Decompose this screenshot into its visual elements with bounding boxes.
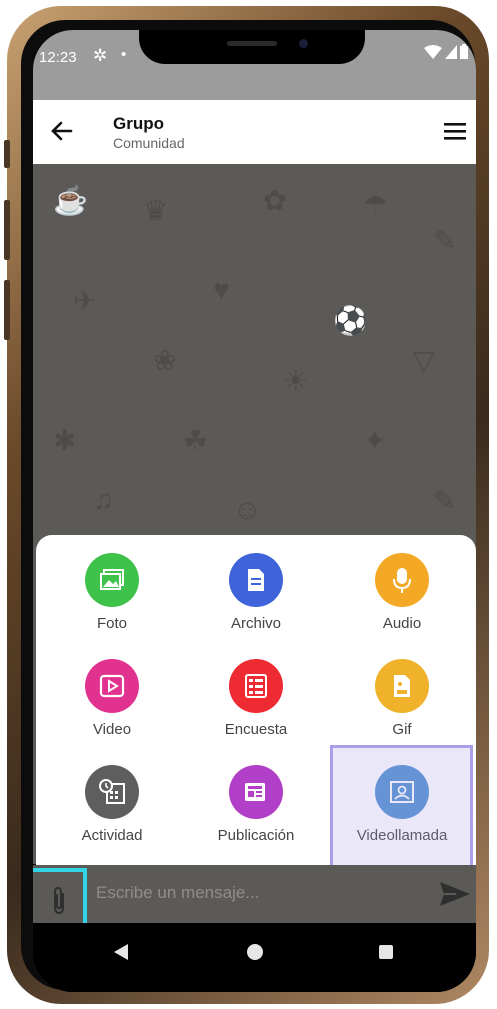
doodle-pattern: ✿ [263, 185, 287, 216]
front-camera [299, 39, 308, 48]
send-icon[interactable] [438, 878, 472, 910]
attach-option-label: Gif [392, 721, 412, 738]
doodle-pattern: ♥ [213, 274, 230, 305]
attach-option-foto[interactable]: Foto [38, 537, 186, 643]
attach-option-audio[interactable]: Audio [328, 537, 476, 643]
document-icon [229, 553, 283, 607]
camera-notch [139, 30, 365, 64]
home-circle-icon[interactable] [247, 944, 263, 960]
gif-file-icon [375, 659, 429, 713]
attach-option-actividad[interactable]: Actividad [38, 749, 186, 855]
gear-icon: ✲ [93, 46, 108, 65]
attach-option-encuesta[interactable]: Encuesta [182, 643, 330, 749]
image-icon [85, 553, 139, 607]
phone-side-button [4, 140, 10, 168]
status-time: 12:23 [39, 49, 77, 66]
attach-option-publicacion[interactable]: Publicación [182, 749, 330, 855]
recents-square-icon[interactable] [379, 945, 393, 959]
app-bar: Grupo Comunidad [33, 100, 476, 164]
nav-back-icon[interactable] [113, 943, 129, 961]
newspaper-icon [229, 765, 283, 819]
attach-option-label: Actividad [81, 827, 143, 844]
doodle-pattern: ☀ [283, 365, 309, 396]
notification-dot: • [121, 46, 127, 63]
status-icons [424, 44, 468, 59]
doodle-pattern: ✈ [73, 285, 97, 316]
attach-option-label: Video [92, 721, 132, 738]
microphone-icon [375, 553, 429, 607]
status-bar: 12:23 ✲ • [33, 30, 476, 100]
message-input[interactable]: Escribe un mensaje... [96, 883, 259, 903]
video-play-icon [85, 659, 139, 713]
doodle-pattern: ☂ [363, 190, 389, 221]
doodle-pattern: ✎ [433, 225, 457, 256]
calendar-clock-icon [85, 765, 139, 819]
phone-side-button [4, 200, 10, 260]
paperclip-icon [54, 886, 64, 915]
page-subtitle: Comunidad [113, 135, 185, 151]
wifi-icon [424, 44, 442, 59]
back-arrow-icon[interactable] [47, 114, 77, 148]
phone-side-button [4, 280, 10, 340]
page-title: Grupo [113, 114, 164, 133]
doodle-pattern: ⚽ [333, 305, 368, 336]
attach-option-video[interactable]: Video [38, 643, 186, 749]
battery-icon [460, 44, 468, 59]
poll-list-icon [229, 659, 283, 713]
doodle-pattern: ☘ [183, 425, 209, 456]
system-nav-bar [33, 923, 476, 992]
doodle-pattern: ✎ [433, 485, 457, 516]
hamburger-menu-icon[interactable] [442, 120, 468, 142]
attach-option-label: Encuesta [224, 721, 288, 738]
phone-screen: 12:23 ✲ • Grupo Comunidad ☕ ♛ ✿ ☂ ✎ ✈ ♥ [33, 30, 476, 992]
attach-button[interactable] [33, 868, 87, 930]
doodle-pattern: ❀ [153, 345, 177, 376]
doodle-pattern: ☕ [53, 185, 88, 216]
doodle-pattern: ✦ [363, 425, 387, 456]
speaker-grille [227, 41, 277, 46]
doodle-pattern: ♫ [93, 484, 114, 515]
message-composer: Escribe un mensaje... [33, 865, 476, 930]
attach-option-gif[interactable]: Gif [328, 643, 476, 749]
attach-option-archivo[interactable]: Archivo [182, 537, 330, 643]
attach-option-label: Audio [382, 615, 422, 632]
doodle-pattern: ☺ [233, 494, 262, 525]
attach-option-label: Foto [96, 615, 127, 632]
attach-option-label: Publicación [217, 827, 295, 844]
videollamada-highlight [330, 745, 473, 870]
attach-option-label: Archivo [230, 615, 282, 632]
doodle-pattern: ♛ [143, 195, 169, 226]
signal-icon [445, 44, 457, 59]
doodle-pattern: ✱ [53, 425, 77, 456]
doodle-pattern: ▽ [413, 345, 435, 376]
